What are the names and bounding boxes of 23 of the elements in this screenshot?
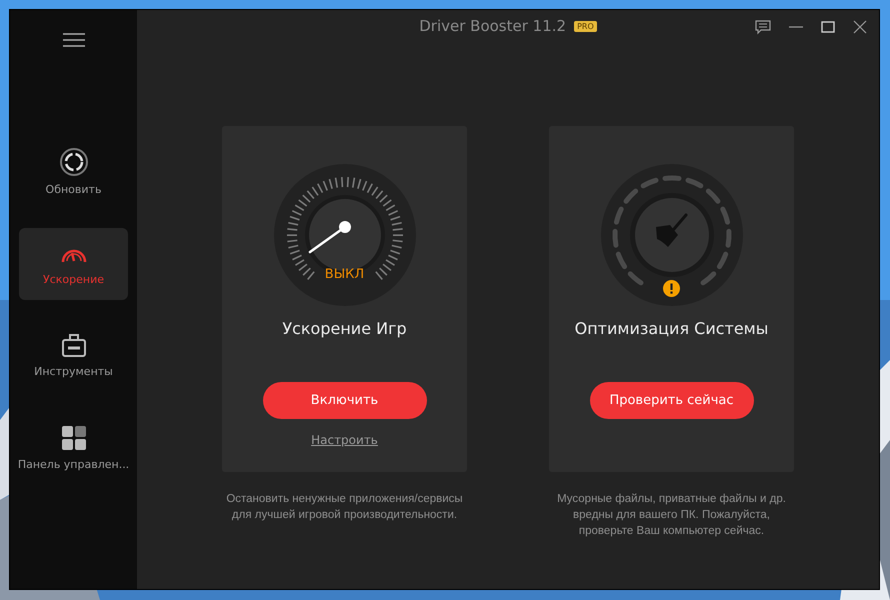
card-description: Остановить ненужные приложения/сервисы для лучшей игровой производительности. — [226, 492, 463, 523]
status-label: ВЫКЛ — [324, 267, 366, 282]
card-description: Мусорные файлы, приватные файлы и др. вредны для вашего ПК. Пожалуйста, проверьте Ваш компьютер сейчас. — [557, 492, 786, 539]
action-button[interactable]: Проверить сейчас — [590, 382, 754, 419]
sidebar-item[interactable]: Ускорение — [19, 228, 128, 300]
card-title: Оптимизация Системы — [574, 319, 768, 338]
sidebar-item[interactable]: Панель управлен... — [19, 412, 128, 484]
window-title: Driver Booster 11.2 — [419, 17, 566, 35]
menu-icon — [62, 32, 84, 48]
card-title: Ускорение Игр — [282, 319, 407, 338]
action-button[interactable]: Включить — [262, 382, 426, 419]
sidebar-item[interactable]: Инструменты — [19, 320, 128, 392]
maximize-icon — [821, 20, 835, 34]
toolbox-icon — [60, 334, 86, 358]
settings-link[interactable]: Настроить — [311, 433, 378, 447]
feedback-button[interactable] — [753, 18, 773, 36]
refresh-ring-icon — [60, 148, 88, 176]
close-icon — [853, 20, 867, 34]
speech-bubble-icon — [755, 20, 771, 34]
grid-tiles-icon — [60, 425, 86, 451]
minimize-icon — [789, 26, 803, 28]
sidebar-item[interactable]: Обновить — [19, 136, 128, 208]
pro-badge: PRO — [574, 20, 597, 32]
